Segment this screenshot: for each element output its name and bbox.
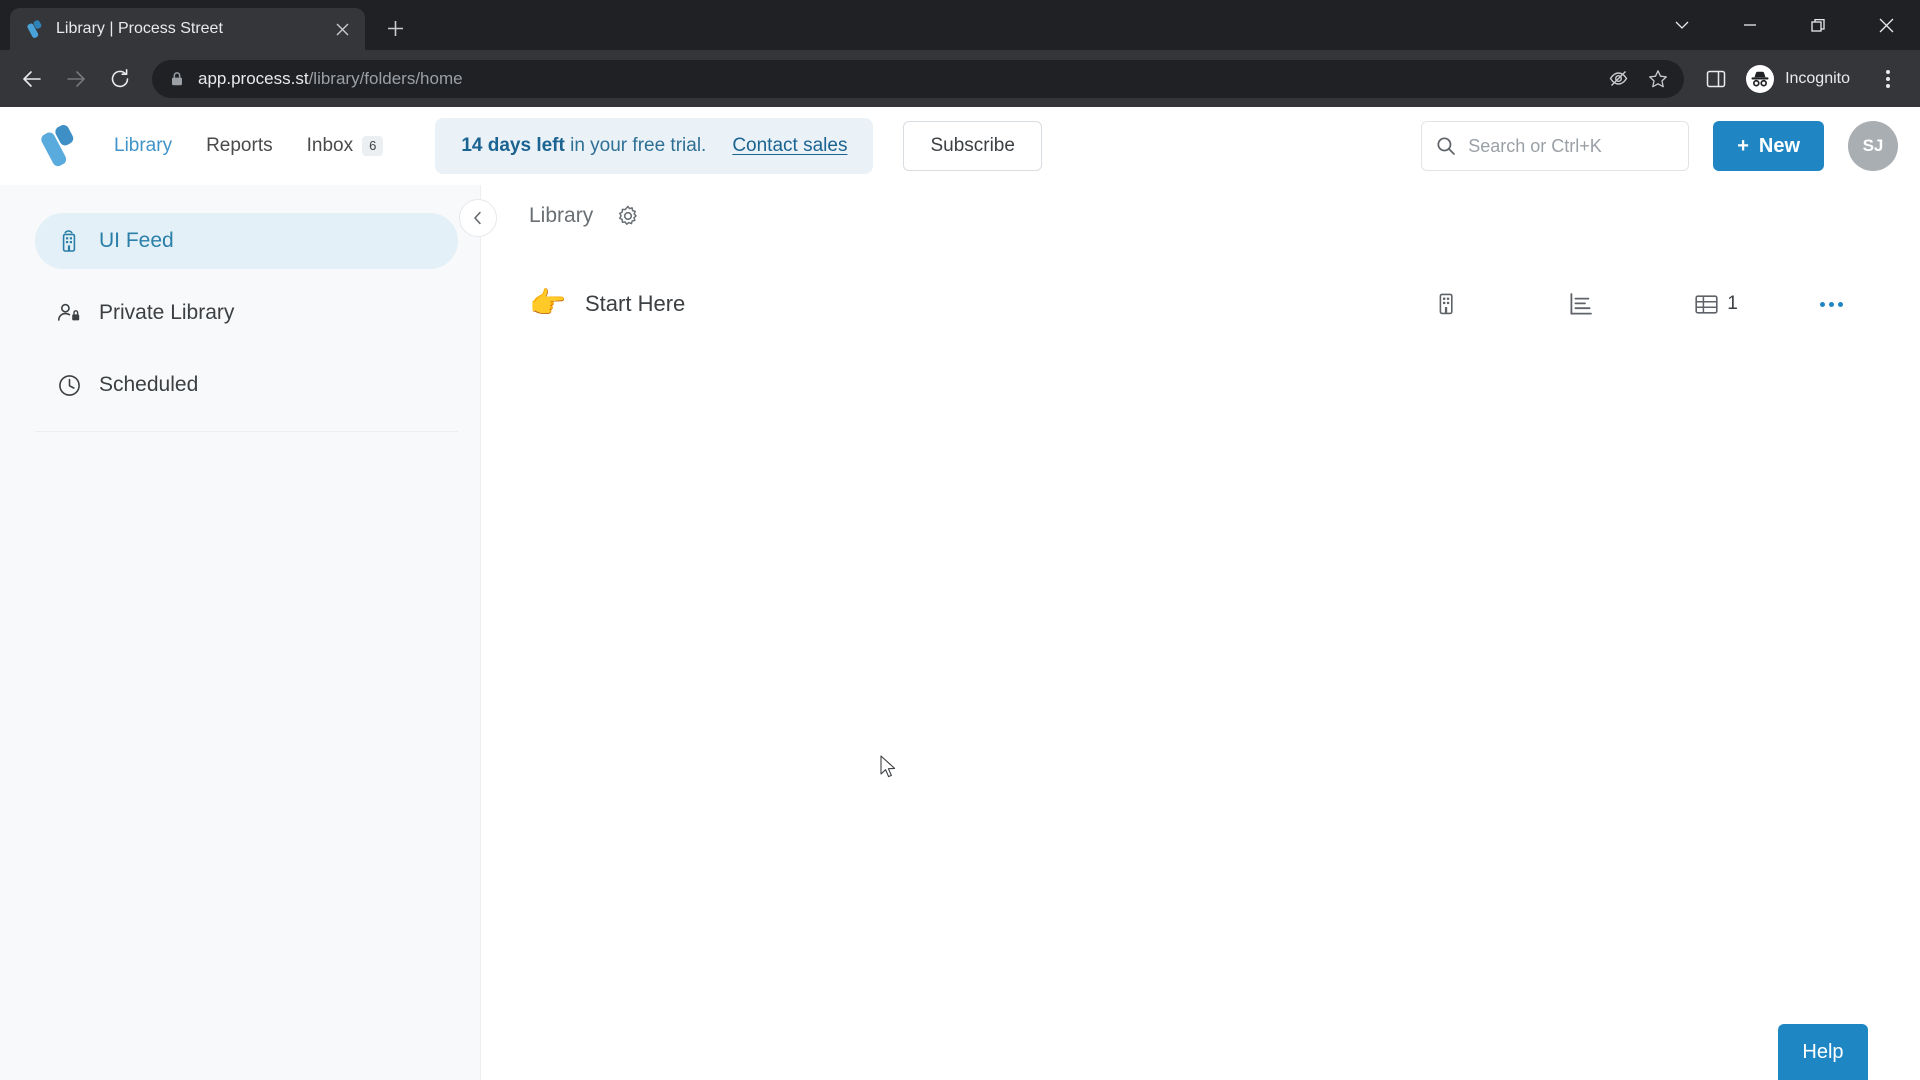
bar-chart-report-icon[interactable] [1506, 291, 1656, 317]
new-tab-button[interactable] [375, 8, 415, 48]
maximize-restore-icon[interactable] [1784, 0, 1852, 50]
data-set-table-icon[interactable]: 1 [1656, 293, 1776, 316]
side-panel-icon[interactable] [1696, 59, 1736, 99]
sidebar-item-ui-feed[interactable]: UI Feed [35, 213, 458, 269]
browser-tab[interactable]: Library | Process Street [10, 8, 365, 50]
minimize-icon[interactable] [1716, 0, 1784, 50]
list-item-title: Start Here [585, 291, 686, 316]
primary-nav: Library Reports Inbox 6 [114, 135, 384, 157]
nav-item-reports-label: Reports [206, 135, 273, 156]
contact-sales-link[interactable]: Contact sales [732, 135, 847, 157]
tab-close-icon[interactable] [329, 16, 355, 42]
building-feed-icon [57, 229, 81, 253]
reload-icon[interactable] [100, 59, 140, 99]
tab-search-icon[interactable] [1648, 0, 1716, 50]
more-options-icon[interactable] [1776, 301, 1886, 307]
gear-icon[interactable] [615, 203, 641, 229]
page-viewport: Library Reports Inbox 6 14 days left in … [0, 107, 1920, 1080]
tab-title: Library | Process Street [56, 20, 223, 37]
avatar[interactable]: SJ [1848, 121, 1898, 171]
nav-item-inbox[interactable]: Inbox 6 [307, 135, 384, 157]
search-icon [1436, 136, 1456, 156]
trial-message: 14 days left in your free trial. [461, 135, 706, 157]
address-bar-url: app.process.st/library/folders/home [198, 69, 1586, 89]
new-button-label: New [1758, 134, 1800, 157]
list-item[interactable]: 👉 Start Here 1 [481, 267, 1920, 341]
plus-icon: + [1737, 134, 1749, 157]
person-lock-icon [57, 301, 81, 325]
folder-emoji-icon: 👉 [529, 287, 567, 320]
content-area: Library 👉 Start Here 1 Help [459, 185, 1920, 1080]
address-bar[interactable]: app.process.st/library/folders/home [152, 59, 1685, 98]
collapse-sidebar-button[interactable] [459, 199, 497, 237]
nav-item-reports[interactable]: Reports [206, 135, 273, 157]
close-window-icon[interactable] [1852, 0, 1920, 50]
header-right: + New SJ [1421, 121, 1898, 171]
url-domain: app.process.st [198, 68, 309, 88]
process-street-logo[interactable] [30, 123, 92, 169]
sidebar-item-scheduled[interactable]: Scheduled [35, 357, 458, 413]
incognito-label: Incognito [1785, 69, 1850, 87]
search-input[interactable] [1468, 135, 1675, 157]
toolbar-right: Incognito [1696, 59, 1908, 99]
app-body: UI Feed Private Library Scheduled Librar… [0, 185, 1920, 1080]
trial-banner: 14 days left in your free trial. Contact… [435, 118, 874, 174]
incognito-avatar-icon [1745, 64, 1775, 94]
tab-strip: Library | Process Street [0, 0, 1920, 50]
process-street-favicon [26, 19, 46, 39]
trial-days-left: 14 days left [461, 135, 565, 156]
breadcrumb-bar: Library [481, 185, 1920, 247]
forward-icon[interactable] [56, 59, 96, 99]
window-controls [1648, 0, 1920, 50]
sidebar-item-scheduled-label: Scheduled [99, 373, 199, 396]
sidebar-divider [35, 431, 458, 432]
bookmark-star-icon[interactable] [1640, 61, 1676, 97]
folder-list: 👉 Start Here 1 [481, 247, 1920, 341]
third-party-cookie-blocked-icon[interactable] [1600, 61, 1636, 97]
help-button[interactable]: Help [1778, 1024, 1868, 1080]
search-box[interactable] [1421, 121, 1690, 171]
nav-item-inbox-label: Inbox [306, 135, 354, 156]
browser-window: Library | Process Street app.process.st/… [0, 0, 1920, 1080]
browser-toolbar: app.process.st/library/folders/home Inco… [0, 50, 1920, 107]
nav-item-library-label: Library [114, 135, 173, 156]
nav-item-library[interactable]: Library [114, 135, 172, 157]
trial-message-rest: in your free trial. [564, 135, 707, 156]
subscribe-button[interactable]: Subscribe [903, 121, 1042, 171]
chrome-menu-icon[interactable] [1868, 59, 1908, 99]
url-path: /library/folders/home [308, 68, 463, 88]
building-icon[interactable] [1386, 291, 1506, 317]
sidebar-item-ui-feed-label: UI Feed [99, 229, 174, 252]
omnibox-icons [1600, 61, 1676, 97]
back-icon[interactable] [12, 59, 52, 99]
incognito-indicator[interactable]: Incognito [1738, 60, 1866, 98]
clock-icon [57, 373, 81, 397]
sidebar-item-private-library[interactable]: Private Library [35, 285, 458, 341]
breadcrumb[interactable]: Library [529, 204, 593, 228]
inbox-count-badge: 6 [362, 136, 384, 156]
data-set-count: 1 [1727, 293, 1738, 314]
sidebar-item-private-library-label: Private Library [99, 301, 235, 324]
sidebar: UI Feed Private Library Scheduled [0, 185, 481, 1080]
app-header: Library Reports Inbox 6 14 days left in … [0, 107, 1920, 185]
new-button[interactable]: + New [1713, 121, 1824, 171]
lock-icon [170, 71, 184, 87]
